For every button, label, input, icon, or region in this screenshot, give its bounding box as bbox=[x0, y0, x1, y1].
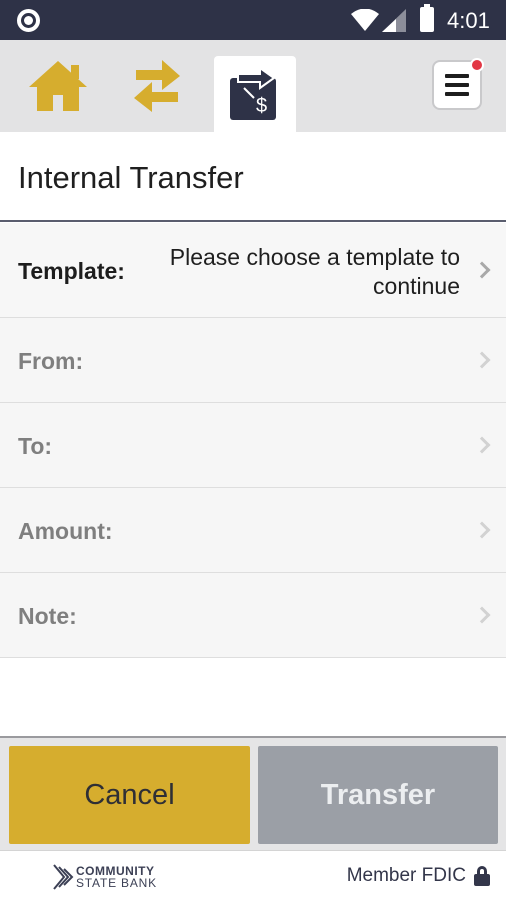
footer: COMMUNITY STATE BANK Member FDIC bbox=[0, 850, 506, 900]
svg-text:$: $ bbox=[256, 95, 267, 117]
logo-text-line2: STATE BANK bbox=[76, 876, 157, 890]
from-label: From: bbox=[18, 348, 84, 374]
bank-logo-icon bbox=[53, 864, 74, 890]
menu-button[interactable] bbox=[432, 58, 484, 110]
nav-home-button[interactable] bbox=[16, 40, 100, 132]
chevron-right-icon bbox=[473, 606, 491, 624]
hamburger-menu-icon bbox=[445, 74, 469, 78]
nav-pay-button[interactable]: $ bbox=[214, 56, 296, 132]
chevron-right-icon bbox=[473, 436, 491, 454]
template-value: Please choose a template to continue bbox=[169, 244, 460, 299]
status-bar: 4:01 bbox=[0, 0, 506, 40]
notification-circle-icon bbox=[17, 9, 40, 32]
member-fdic: Member FDIC bbox=[347, 865, 490, 887]
status-time: 4:01 bbox=[447, 8, 490, 33]
note-label: Note: bbox=[18, 603, 77, 629]
bank-logo: COMMUNITY STATE BANK bbox=[52, 863, 157, 891]
amount-row[interactable]: Amount: bbox=[0, 488, 506, 573]
to-label: To: bbox=[18, 433, 53, 459]
transfer-form: Template: Please choose a template to co… bbox=[0, 223, 506, 658]
page-title: Internal Transfer bbox=[18, 160, 244, 195]
transfer-arrows-icon bbox=[134, 60, 180, 112]
lock-icon bbox=[474, 866, 490, 886]
template-row[interactable]: Template: Please choose a template to co… bbox=[0, 223, 506, 318]
chevron-right-icon bbox=[473, 521, 491, 539]
amount-label: Amount: bbox=[18, 518, 113, 544]
chevron-right-icon bbox=[473, 261, 491, 279]
template-label: Template: bbox=[18, 258, 125, 284]
payment-icon: $ bbox=[230, 66, 276, 120]
transfer-button[interactable]: Transfer bbox=[258, 746, 498, 844]
from-row[interactable]: From: bbox=[0, 318, 506, 403]
nav-transfer-button[interactable] bbox=[115, 40, 199, 132]
signal-icon bbox=[382, 9, 406, 32]
title-bar: Internal Transfer bbox=[0, 132, 506, 222]
note-row[interactable]: Note: bbox=[0, 573, 506, 658]
notification-dot bbox=[470, 58, 484, 72]
content-spacer bbox=[0, 660, 506, 736]
chevron-right-icon bbox=[473, 351, 491, 369]
to-row[interactable]: To: bbox=[0, 403, 506, 488]
cancel-button[interactable]: Cancel bbox=[9, 746, 250, 844]
top-nav: $ bbox=[0, 40, 506, 132]
battery-icon bbox=[420, 4, 434, 32]
home-icon bbox=[29, 61, 87, 111]
action-bar: Cancel Transfer bbox=[0, 736, 506, 850]
member-fdic-text: Member FDIC bbox=[346, 865, 466, 886]
wifi-icon bbox=[351, 9, 379, 31]
